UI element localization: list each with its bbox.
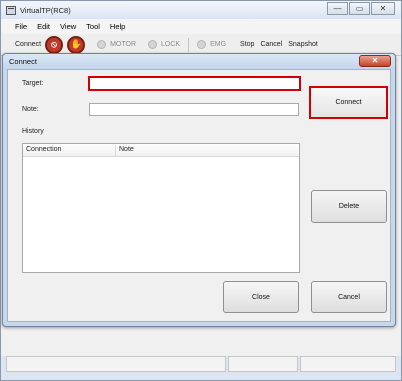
window-controls: — ▭ ✕	[326, 2, 395, 15]
toolbar-separator	[188, 37, 190, 52]
emg-label: EMG	[210, 41, 227, 48]
column-connection[interactable]: Connection	[26, 146, 61, 153]
status-cell-3	[300, 356, 396, 372]
dialog-body: Target: Note: History Connection Note Co…	[7, 69, 391, 322]
stop-button[interactable]: Stop	[240, 38, 254, 52]
history-label: History	[22, 128, 44, 135]
history-list[interactable]: Connection Note	[22, 143, 300, 273]
status-cell-2	[228, 356, 298, 372]
menu-help[interactable]: Help	[105, 22, 130, 31]
delete-button[interactable]: Delete	[311, 190, 387, 223]
column-divider	[115, 145, 116, 156]
menu-file[interactable]: File	[10, 22, 32, 31]
menu-edit[interactable]: Edit	[32, 22, 55, 31]
servo-off-icon[interactable]: ⦸	[45, 35, 64, 54]
column-note[interactable]: Note	[119, 146, 134, 153]
connect-dialog: Connect ✕ Target: Note: History Connecti…	[2, 53, 396, 327]
cancel-button[interactable]: Cancel	[311, 281, 387, 313]
status-cell-main	[6, 356, 226, 372]
close-window-button[interactable]: ✕	[371, 2, 395, 15]
motor-label: MOTOR	[110, 41, 137, 48]
target-input[interactable]	[88, 76, 301, 91]
motor-indicator[interactable]: MOTOR	[97, 40, 136, 49]
emg-indicator[interactable]: EMG	[197, 40, 226, 49]
history-header: Connection Note	[23, 144, 299, 157]
main-titlebar: VirtualTP(RC8) — ▭ ✕	[1, 1, 401, 19]
window-title: VirtualTP(RC8)	[20, 5, 71, 15]
menubar: File Edit View Tool Help	[1, 19, 401, 34]
motor-led	[97, 40, 107, 49]
lock-indicator[interactable]: LOCK	[148, 40, 180, 49]
lock-label: LOCK	[161, 41, 181, 48]
dialog-titlebar: Connect ✕	[3, 54, 395, 69]
app-icon	[6, 5, 16, 15]
emergency-hand-icon[interactable]: ✋	[67, 35, 86, 54]
note-input[interactable]	[89, 103, 299, 116]
dialog-title: Connect	[9, 57, 37, 66]
status-bar	[6, 356, 398, 372]
note-label: Note:	[22, 106, 39, 113]
toolbar-connect-button[interactable]: Connect	[15, 38, 41, 52]
menu-view[interactable]: View	[55, 22, 81, 31]
minimize-button[interactable]: —	[327, 2, 348, 15]
lock-led	[148, 40, 158, 49]
cancel-toolbar-button[interactable]: Cancel	[260, 38, 282, 52]
connect-button[interactable]: Connect	[309, 86, 388, 119]
emg-led	[197, 40, 207, 49]
menu-tool[interactable]: Tool	[81, 22, 105, 31]
maximize-button[interactable]: ▭	[349, 2, 370, 15]
dialog-close-button[interactable]: ✕	[359, 55, 391, 67]
snapshot-button[interactable]: Snapshot	[288, 38, 318, 52]
close-button[interactable]: Close	[223, 281, 299, 313]
target-label: Target:	[22, 80, 44, 87]
